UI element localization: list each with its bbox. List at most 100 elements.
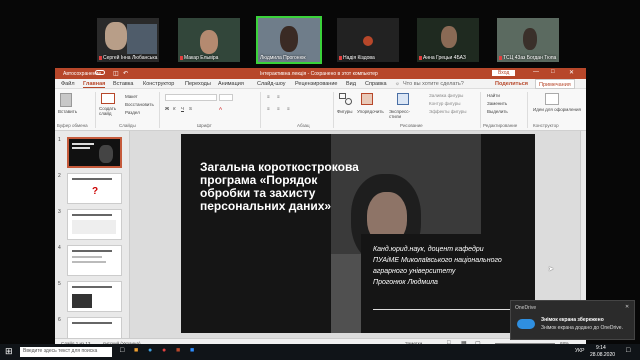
font-size-select[interactable] — [219, 94, 233, 101]
font-name-select[interactable] — [165, 94, 217, 101]
slide-thumbnail[interactable]: ? — [67, 173, 122, 204]
design-ideas-button[interactable]: Идеи для оформления — [533, 107, 581, 112]
screen: Сергей Інна Любанська Макар Ельвіра Людм… — [0, 0, 640, 360]
reset-button[interactable]: Восстановить — [125, 102, 154, 107]
keyboard-language[interactable]: УКР — [575, 348, 584, 354]
slide-thumbnail[interactable] — [67, 245, 122, 276]
tab-view[interactable]: Вид — [346, 81, 356, 87]
document-title: Інтерактивна лекція - Сохранено в этот к… — [260, 71, 378, 77]
participant-name: Макар Ельвіра — [180, 55, 218, 61]
bold-button[interactable]: Ж — [165, 106, 169, 111]
section-button[interactable]: Раздел — [125, 110, 140, 115]
tab-insert[interactable]: Вставка — [113, 81, 133, 87]
slide-author-text[interactable]: Канд.юрид.наук, доцент кафедри ПУАіМЕ Ми… — [373, 244, 535, 288]
browser-icon[interactable]: ● — [162, 347, 166, 354]
autosave-toggle[interactable] — [95, 70, 105, 75]
close-icon[interactable]: ✕ — [569, 69, 574, 76]
group-label-editing: Редактирование — [483, 123, 518, 128]
tab-design[interactable]: Конструктор — [143, 81, 174, 87]
slide-thumbnail[interactable] — [67, 209, 122, 240]
title-bar: Автосохранение ◫ ↶ Інтерактивна лекція -… — [55, 68, 586, 79]
notification-app-name: OneDrive — [515, 305, 537, 311]
participant-tile-active[interactable]: Людмила Прогонюк — [256, 16, 322, 64]
slide-number: 1 — [58, 137, 61, 143]
shape-outline-button[interactable]: Контур фигуры — [429, 101, 460, 106]
quick-styles-icon[interactable] — [397, 93, 409, 105]
ribbon-tabs: Файл Главная Вставка Конструктор Переход… — [55, 79, 586, 89]
replace-button[interactable]: Заменить — [487, 101, 507, 106]
restore-icon[interactable]: □ — [551, 69, 555, 75]
align-right-icon[interactable]: ≡ — [287, 106, 290, 111]
tab-slideshow[interactable]: Слайд-шоу — [257, 81, 286, 87]
shape-effects-button[interactable]: Эффекты фигуры — [429, 109, 467, 114]
group-label-clipboard: Буфер обмена — [57, 123, 88, 128]
paste-icon[interactable] — [60, 93, 72, 107]
comments-button[interactable]: Примечания — [535, 79, 575, 89]
current-slide[interactable]: Загальна короткострокова програма «Поряд… — [181, 134, 535, 333]
tab-transitions[interactable]: Переходы — [185, 81, 211, 87]
new-slide-button[interactable]: Создать слайд — [99, 106, 121, 116]
slide-thumbnail[interactable] — [67, 317, 122, 338]
onedrive-notification[interactable]: OneDrive ✕ Знімок екрана збережено Знімо… — [510, 300, 635, 340]
quick-styles-button[interactable]: Экспресс-стили — [389, 109, 419, 119]
notifications-icon[interactable]: □ — [626, 347, 630, 354]
participant-tile[interactable]: Сергей Інна Любанська — [97, 18, 159, 62]
participant-tile[interactable]: Надія Кіздова — [337, 18, 399, 62]
font-color-button[interactable]: A — [219, 106, 222, 111]
select-button[interactable]: Выделить — [487, 109, 508, 114]
find-button[interactable]: Найти — [487, 93, 500, 98]
tab-help[interactable]: Справка — [365, 81, 387, 87]
new-slide-icon[interactable] — [101, 93, 115, 104]
minimize-icon[interactable]: — — [533, 69, 539, 75]
design-ideas-icon[interactable] — [545, 93, 559, 105]
slide-number: 6 — [58, 317, 61, 323]
participant-name: ТСЦ 43аз Богдан Тюпа — [499, 55, 556, 61]
windows-start-icon[interactable]: ⊞ — [5, 346, 13, 357]
align-center-icon[interactable]: ≡ — [277, 106, 280, 111]
close-icon[interactable]: ✕ — [625, 304, 629, 310]
slide-thumbnail-selected[interactable] — [67, 137, 122, 168]
taskbar-search-box[interactable]: Введите здесь текст для поиска — [20, 347, 112, 357]
shape-fill-button[interactable]: Заливка фигуры — [429, 93, 463, 98]
layout-button[interactable]: Макет — [125, 94, 138, 99]
numbering-icon[interactable]: ≡ — [277, 94, 280, 99]
participant-name: Людмила Прогонюк — [260, 55, 306, 61]
strikethrough-button[interactable]: S — [189, 106, 192, 111]
save-icon[interactable]: ◫ — [113, 70, 119, 77]
tab-file[interactable]: Файл — [61, 81, 75, 87]
share-button[interactable]: Поделиться — [495, 81, 528, 87]
task-view-icon[interactable]: □ — [120, 347, 124, 354]
shapes-button[interactable]: Фигуры — [337, 109, 353, 114]
slide-thumbnail[interactable] — [67, 281, 122, 312]
clock-date[interactable]: 28.08.2020 — [590, 352, 615, 358]
tab-animations[interactable]: Анимация — [218, 81, 244, 87]
divider — [260, 92, 261, 128]
shapes-icon[interactable] — [339, 93, 353, 105]
mic-muted-icon — [99, 55, 102, 60]
participant-tile[interactable]: Макар Ельвіра — [178, 18, 240, 62]
undo-icon[interactable]: ↶ — [123, 70, 128, 77]
onedrive-cloud-icon — [517, 319, 535, 329]
italic-button[interactable]: К — [173, 106, 176, 111]
clock-time[interactable]: 9:14 — [596, 345, 606, 351]
tab-home[interactable]: Главная — [83, 81, 106, 88]
tell-me-search[interactable]: Что вы хотите сделать? — [403, 81, 464, 87]
powerpoint-taskbar-icon[interactable]: ■ — [176, 347, 180, 354]
arrange-button[interactable]: Упорядочить — [357, 109, 384, 114]
edge-icon[interactable]: ● — [148, 347, 152, 354]
align-left-icon[interactable]: ≡ — [267, 106, 270, 111]
arrange-icon[interactable] — [361, 93, 373, 105]
zoom-taskbar-icon[interactable]: ■ — [190, 347, 194, 354]
divider — [333, 92, 334, 128]
underline-button[interactable]: Ч — [181, 106, 184, 111]
paste-button[interactable]: Вставить — [58, 109, 77, 114]
bullets-icon[interactable]: ≡ — [267, 94, 270, 99]
participant-tile[interactable]: Анна Грецьи 4БАЗ — [417, 18, 479, 62]
divider — [480, 92, 481, 128]
participant-tile[interactable]: ТСЦ 43аз Богдан Тюпа — [497, 18, 559, 62]
sign-in-button[interactable]: Вход — [492, 70, 516, 76]
slide-title[interactable]: Загальна короткострокова програма «Поряд… — [200, 161, 370, 213]
mouse-cursor-icon: ➤ — [548, 266, 554, 273]
tab-review[interactable]: Рецензирование — [295, 81, 337, 87]
explorer-icon[interactable]: ■ — [134, 347, 138, 354]
